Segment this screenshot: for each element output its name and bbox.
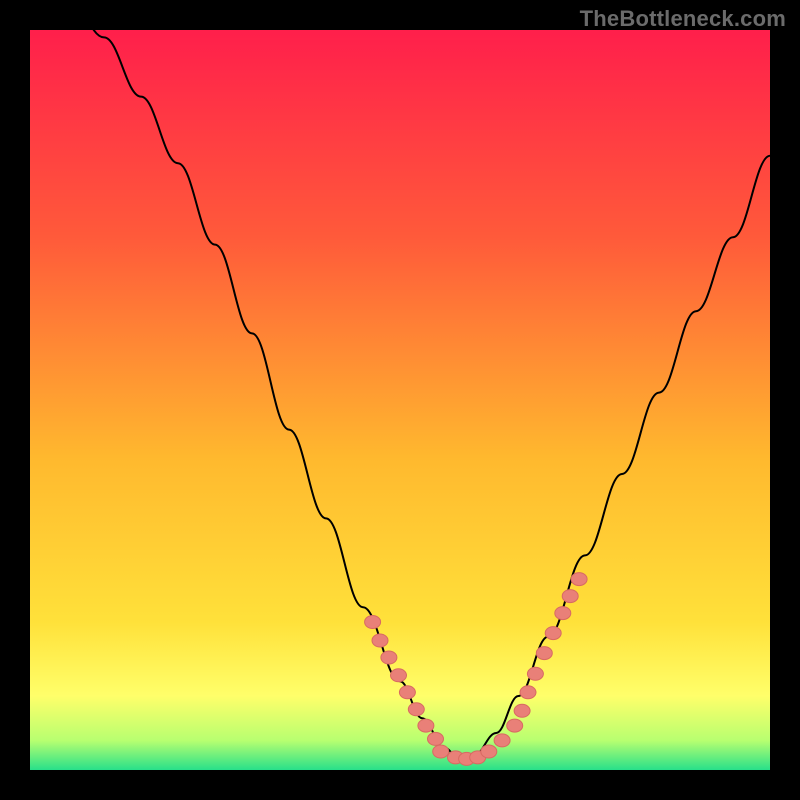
watermark: TheBottleneck.com bbox=[580, 6, 786, 32]
chart-container: TheBottleneck.com bbox=[0, 0, 800, 800]
gradient-background bbox=[30, 30, 770, 770]
